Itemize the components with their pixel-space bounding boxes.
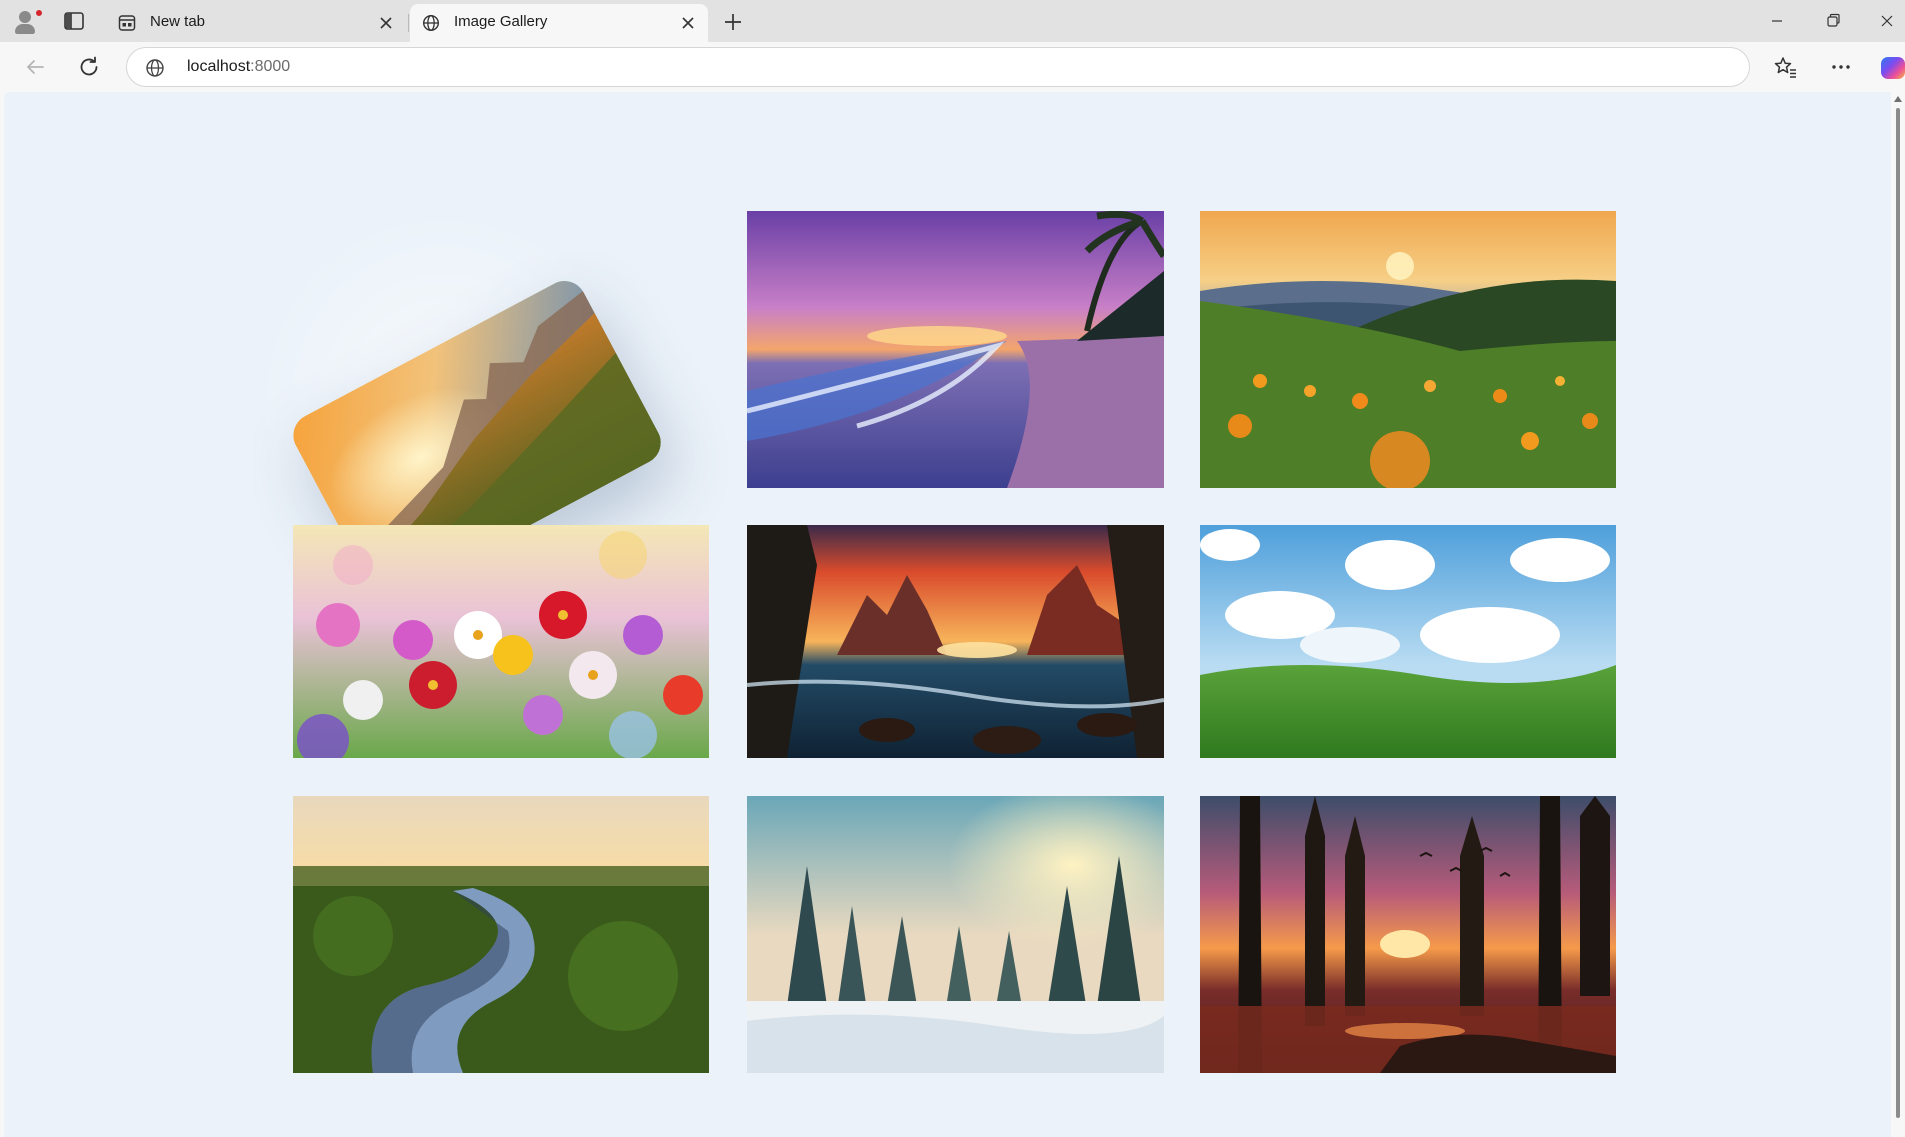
person-icon-head (19, 11, 31, 23)
person-icon-body (15, 24, 35, 34)
gallery-image-forest-lake-sunset-deer[interactable] (1200, 796, 1616, 1073)
url-host: localhost (187, 58, 251, 75)
browser-toolbar: localhost:8000 (0, 42, 1905, 92)
tab-strip: New tab Image Gallery (0, 0, 1905, 42)
globe-icon (422, 14, 440, 32)
close-window-button[interactable] (1872, 8, 1902, 34)
gallery-image-forest-river-aerial[interactable] (293, 796, 709, 1073)
scrollbar-thumb[interactable] (1896, 108, 1900, 1118)
reload-icon (80, 56, 98, 76)
tab-new-tab[interactable]: New tab (106, 4, 406, 42)
reload-button[interactable] (74, 52, 104, 82)
new-tab-page-icon (118, 14, 136, 32)
page-scrollbar[interactable] (1891, 92, 1905, 1137)
url-text: localhost:8000 (187, 58, 290, 76)
page-viewport (4, 92, 1891, 1137)
copilot-icon (1881, 57, 1905, 79)
back-button[interactable] (20, 52, 50, 82)
arrow-left-icon (27, 60, 44, 74)
minimize-icon (1772, 20, 1782, 22)
url-port: :8000 (250, 58, 291, 75)
copilot-button[interactable] (1878, 54, 1905, 81)
tab-actions-button[interactable] (62, 9, 86, 33)
more-horizontal-icon (1832, 65, 1850, 69)
gallery-image-tropical-coast-sunset[interactable] (747, 525, 1164, 758)
tab-actions-icon (64, 12, 84, 30)
gallery-image-green-meadow-blue-sky[interactable] (1200, 525, 1616, 758)
gallery-image-purple-beach-sunset[interactable] (747, 211, 1164, 488)
gallery-image-wildflower-hills-sunset[interactable] (1200, 211, 1616, 488)
tab-close-button[interactable] (376, 13, 396, 33)
address-bar[interactable]: localhost:8000 (126, 47, 1750, 87)
scroll-up-arrow-icon[interactable] (1894, 96, 1902, 102)
notification-dot (35, 9, 43, 17)
profile-avatar-button[interactable] (10, 6, 43, 36)
tab-title: Image Gallery (454, 13, 548, 30)
plus-icon (725, 14, 741, 30)
favorites-star-icon (1774, 57, 1796, 78)
close-icon (682, 17, 694, 29)
tab-close-button[interactable] (678, 13, 698, 33)
close-icon (380, 17, 392, 29)
new-tab-button[interactable] (720, 9, 746, 35)
close-icon (1881, 15, 1893, 27)
minimize-button[interactable] (1762, 8, 1792, 34)
restore-icon (1827, 13, 1840, 27)
restore-button[interactable] (1818, 8, 1848, 34)
tab-image-gallery[interactable]: Image Gallery (410, 4, 708, 42)
favorites-button[interactable] (1770, 52, 1800, 82)
tab-separator (408, 14, 409, 32)
gallery-image-snowy-pine-forest[interactable] (747, 796, 1164, 1073)
settings-more-button[interactable] (1826, 52, 1856, 82)
tab-title: New tab (150, 13, 206, 30)
gallery-image-colorful-cosmos-flowers[interactable] (293, 525, 709, 758)
globe-icon (145, 58, 165, 78)
